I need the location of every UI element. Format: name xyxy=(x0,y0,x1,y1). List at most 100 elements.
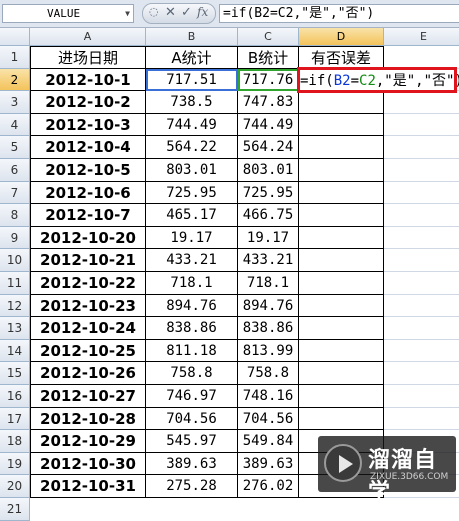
b-stat-cell[interactable]: 894.76 xyxy=(238,294,299,318)
row-header-11[interactable]: 11 xyxy=(0,272,30,295)
formula-input[interactable]: =if(B2=C2,"是","否") xyxy=(219,4,459,23)
row-header-14[interactable]: 14 xyxy=(0,339,30,363)
header-cell-b[interactable]: A统计 xyxy=(146,46,238,69)
date-cell[interactable]: 2012-10-5 xyxy=(30,159,146,182)
date-cell[interactable]: 2012-10-23 xyxy=(30,294,146,318)
a-stat-cell[interactable]: 894.76 xyxy=(146,294,238,318)
row-header-9[interactable]: 9 xyxy=(0,226,30,250)
row-header-5[interactable]: 5 xyxy=(0,136,30,159)
date-cell[interactable]: 2012-10-3 xyxy=(30,113,146,137)
b-stat-cell[interactable]: 744.49 xyxy=(238,113,299,137)
date-cell[interactable]: 2012-10-7 xyxy=(30,204,146,227)
row-header-19[interactable]: 19 xyxy=(0,452,30,476)
column-header-a[interactable]: A xyxy=(30,28,146,46)
error-check-cell[interactable] xyxy=(299,204,384,227)
date-cell[interactable]: 2012-10-22 xyxy=(30,272,146,295)
date-cell[interactable]: 2012-10-2 xyxy=(30,91,146,114)
row-header-1[interactable]: 1 xyxy=(0,46,30,69)
row-header-7[interactable]: 7 xyxy=(0,181,30,205)
date-cell[interactable]: 2012-10-25 xyxy=(30,339,146,363)
b-stat-cell[interactable]: 803.01 xyxy=(238,159,299,182)
row-header-3[interactable]: 3 xyxy=(0,91,30,114)
a-stat-cell[interactable]: 718.1 xyxy=(146,272,238,295)
error-check-cell[interactable] xyxy=(299,226,384,250)
date-cell[interactable]: 2012-10-30 xyxy=(30,452,146,476)
row-header-13[interactable]: 13 xyxy=(0,317,30,340)
empty-cell[interactable] xyxy=(384,182,459,205)
a-stat-cell[interactable]: 389.63 xyxy=(146,452,238,476)
cell-e1[interactable] xyxy=(384,46,459,69)
a-stat-cell[interactable]: 811.18 xyxy=(146,339,238,363)
date-cell[interactable]: 2012-10-31 xyxy=(30,475,146,498)
date-cell[interactable]: 2012-10-28 xyxy=(30,407,146,431)
row-header-15[interactable]: 15 xyxy=(0,362,30,385)
b-stat-cell[interactable]: 389.63 xyxy=(238,452,299,476)
error-check-cell[interactable] xyxy=(299,113,384,137)
b-stat-cell[interactable]: 466.75 xyxy=(238,204,299,227)
a-stat-cell[interactable]: 465.17 xyxy=(146,204,238,227)
date-cell[interactable]: 2012-10-27 xyxy=(30,385,146,408)
row-header-21[interactable]: 21 xyxy=(0,498,30,521)
header-cell-d[interactable]: 有否误差 xyxy=(299,46,384,69)
header-cell-a[interactable]: 进场日期 xyxy=(30,46,146,69)
column-header-e[interactable]: E xyxy=(384,28,459,46)
a-stat-cell[interactable]: 704.56 xyxy=(146,407,238,431)
a-stat-cell[interactable]: 803.01 xyxy=(146,159,238,182)
column-header-c[interactable]: C xyxy=(238,28,299,46)
error-check-cell[interactable] xyxy=(299,362,384,385)
select-all-corner[interactable] xyxy=(0,28,30,46)
error-check-cell[interactable] xyxy=(299,159,384,182)
error-check-cell[interactable] xyxy=(299,272,384,295)
b-stat-cell[interactable]: 725.95 xyxy=(238,181,299,205)
row-header-8[interactable]: 8 xyxy=(0,204,30,227)
empty-cell[interactable] xyxy=(384,362,459,385)
empty-cell[interactable] xyxy=(384,227,459,250)
row-header-18[interactable]: 18 xyxy=(0,430,30,453)
date-cell[interactable]: 2012-10-29 xyxy=(30,430,146,453)
date-cell[interactable]: 2012-10-26 xyxy=(30,362,146,385)
date-cell[interactable]: 2012-10-4 xyxy=(30,136,146,159)
empty-cell[interactable] xyxy=(384,249,459,272)
a-stat-cell[interactable]: 545.97 xyxy=(146,430,238,453)
a-stat-cell[interactable]: 725.95 xyxy=(146,181,238,205)
error-check-cell[interactable] xyxy=(299,294,384,318)
empty-cell[interactable] xyxy=(384,295,459,318)
date-cell[interactable]: 2012-10-1 xyxy=(30,68,146,92)
cancel-icon[interactable]: ✕ xyxy=(165,5,176,20)
empty-cell[interactable] xyxy=(384,136,459,159)
a-stat-cell[interactable]: 738.5 xyxy=(146,91,238,114)
error-check-cell[interactable] xyxy=(299,317,384,340)
a-stat-cell[interactable]: 746.97 xyxy=(146,385,238,408)
b-stat-cell[interactable]: 758.8 xyxy=(238,362,299,385)
row-header-4[interactable]: 4 xyxy=(0,113,30,137)
a-stat-cell[interactable]: 744.49 xyxy=(146,113,238,137)
a-stat-cell[interactable]: 433.21 xyxy=(146,249,238,272)
row-header-20[interactable]: 20 xyxy=(0,475,30,498)
name-box[interactable]: VALUE ▼ xyxy=(2,4,134,23)
b-stat-cell[interactable]: 19.17 xyxy=(238,226,299,250)
error-check-cell[interactable] xyxy=(299,385,384,408)
insert-function-icon[interactable]: fx xyxy=(197,5,208,19)
b-stat-cell[interactable]: 813.99 xyxy=(238,339,299,363)
error-check-cell[interactable] xyxy=(299,407,384,431)
error-check-cell[interactable] xyxy=(299,249,384,272)
empty-cell[interactable] xyxy=(384,408,459,431)
b-stat-cell[interactable]: 747.83 xyxy=(238,91,299,114)
error-check-cell[interactable] xyxy=(299,181,384,205)
date-cell[interactable]: 2012-10-20 xyxy=(30,226,146,250)
date-cell[interactable]: 2012-10-6 xyxy=(30,181,146,205)
a-stat-cell[interactable]: 758.8 xyxy=(146,362,238,385)
a-stat-cell[interactable]: 838.86 xyxy=(146,317,238,340)
empty-cell[interactable] xyxy=(384,340,459,363)
a-stat-cell[interactable]: 19.17 xyxy=(146,226,238,250)
b-stat-cell[interactable]: 433.21 xyxy=(238,249,299,272)
b-stat-cell[interactable]: 704.56 xyxy=(238,407,299,431)
b-stat-cell[interactable]: 718.1 xyxy=(238,272,299,295)
row-header-2[interactable]: 2 xyxy=(0,68,30,92)
empty-cell[interactable] xyxy=(384,91,459,114)
empty-cell[interactable] xyxy=(384,272,459,295)
row-header-12[interactable]: 12 xyxy=(0,294,30,318)
row-header-10[interactable]: 10 xyxy=(0,249,30,272)
b-stat-cell[interactable]: 838.86 xyxy=(238,317,299,340)
empty-cell[interactable] xyxy=(384,114,459,137)
